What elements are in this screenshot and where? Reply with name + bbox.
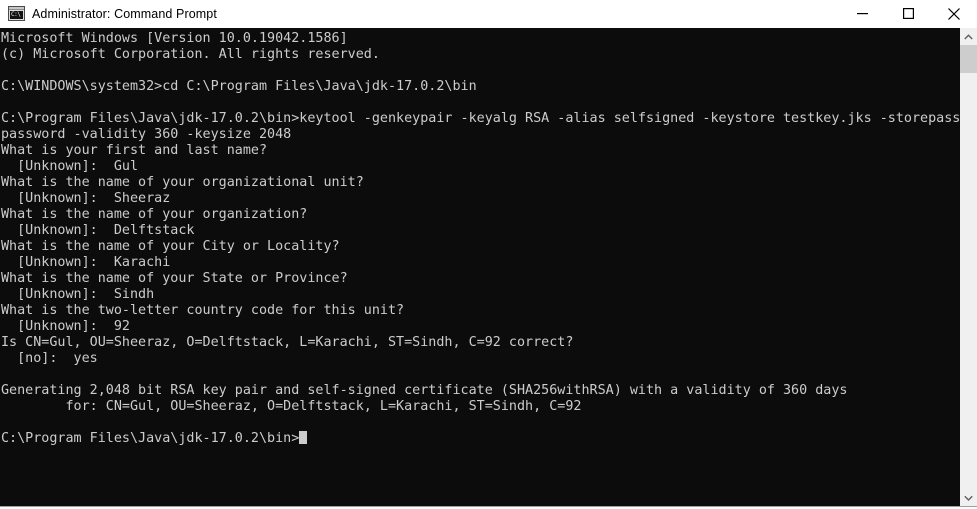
command-prompt-icon: C:\	[8, 6, 25, 21]
vertical-scrollbar[interactable]	[959, 28, 977, 506]
scroll-up-arrow[interactable]	[960, 28, 977, 45]
command-prompt-icon-glyph: C:\	[10, 11, 23, 19]
maximize-button[interactable]	[885, 0, 931, 27]
console-text-content: Microsoft Windows [Version 10.0.19042.15…	[1, 31, 959, 446]
scrollbar-track[interactable]	[960, 45, 977, 489]
console-output[interactable]: Microsoft Windows [Version 10.0.19042.15…	[0, 28, 959, 506]
minimize-button[interactable]	[839, 0, 885, 27]
close-button[interactable]	[931, 0, 977, 27]
window-title: Administrator: Command Prompt	[32, 6, 217, 21]
console-area: Microsoft Windows [Version 10.0.19042.15…	[0, 28, 977, 506]
command-prompt-window: C:\ Administrator: Command Prompt Micros…	[0, 0, 977, 509]
window-controls	[839, 0, 977, 27]
block-cursor	[299, 431, 308, 444]
title-bar[interactable]: C:\ Administrator: Command Prompt	[0, 0, 977, 28]
scrollbar-thumb[interactable]	[960, 45, 977, 73]
scroll-down-arrow[interactable]	[960, 489, 977, 506]
